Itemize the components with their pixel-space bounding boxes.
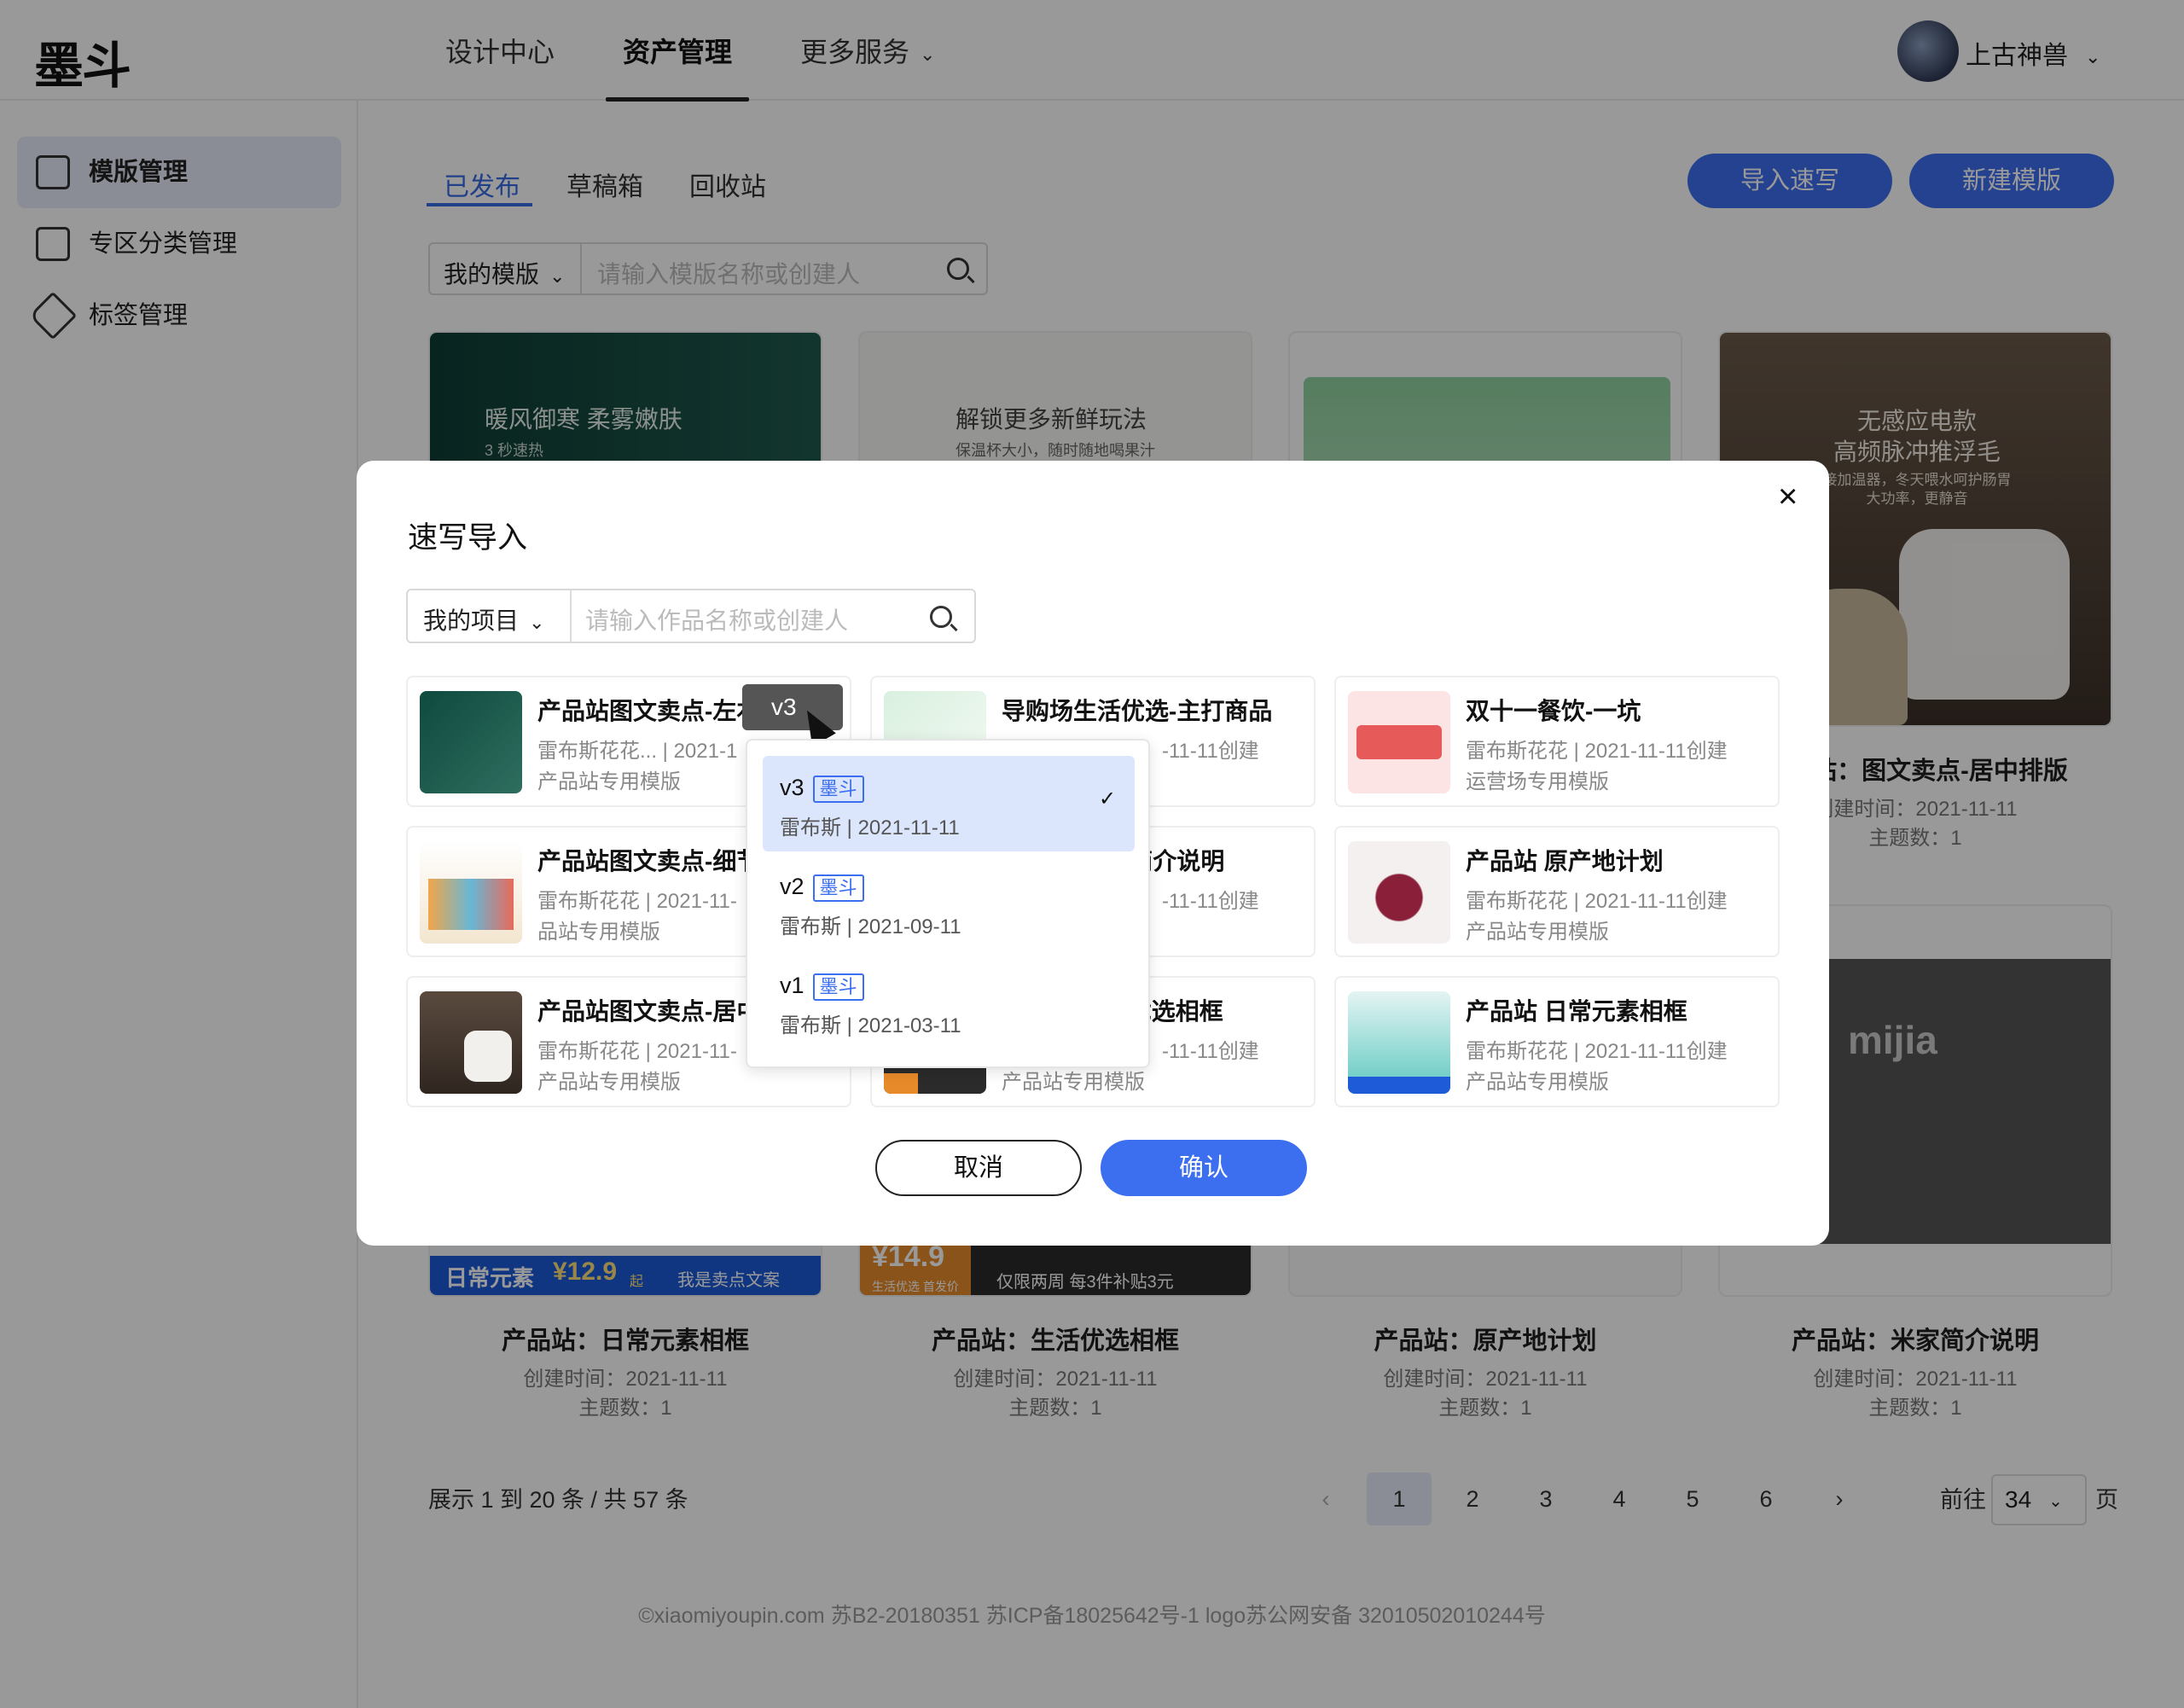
version-tag: 墨斗 (812, 973, 864, 1001)
sketch-meta: 雷布斯花花 | 2021-11-11创建 (1466, 740, 1728, 763)
sketch-type: 产品站专用模版 (1466, 921, 1609, 944)
confirm-button[interactable]: 确认 (1101, 1140, 1307, 1196)
version-option-v3[interactable]: v3 墨斗 雷布斯 | 2021-11-11 ✓ (763, 756, 1135, 851)
sketch-meta: -11-11创建 (1162, 740, 1259, 763)
version-tag: 墨斗 (812, 775, 864, 803)
version-name: v1 (780, 973, 804, 998)
version-name: v3 (780, 775, 804, 800)
sketch-type: 产品站专用模版 (1002, 1071, 1145, 1094)
sketch-item[interactable]: 双十一餐饮-一坑 雷布斯花花 | 2021-11-11创建 运营场专用模版 (1334, 676, 1780, 807)
project-filter: 我的项目 ⌄ 请输入作品名称或创建人 (406, 589, 976, 643)
close-icon[interactable]: × (1778, 478, 1798, 516)
sketch-thumbnail (1348, 841, 1450, 944)
version-meta: 雷布斯 | 2021-11-11 (780, 816, 960, 839)
sketch-type: 产品站专用模版 (1466, 1071, 1609, 1094)
sketch-meta: -11-11创建 (1162, 1040, 1259, 1063)
sketch-thumbnail (420, 991, 522, 1094)
version-select-value: v3 (771, 694, 797, 720)
divider (570, 590, 572, 642)
sketch-type: 产品站专用模版 (537, 770, 681, 793)
sketch-title: 产品站 日常元素相框 (1466, 998, 1687, 1025)
version-name: v2 (780, 874, 804, 899)
sketch-meta: 雷布斯花花 | 2021-11- (537, 1040, 737, 1063)
sketch-type: 产品站专用模版 (537, 1071, 681, 1094)
version-name-row: v1 墨斗 (780, 973, 864, 1001)
sketch-title: 双十一餐饮-一坑 (1466, 698, 1641, 724)
version-tag: 墨斗 (812, 874, 864, 902)
project-search-input[interactable]: 请输入作品名称或创建人 (585, 602, 848, 636)
search-icon[interactable] (930, 606, 952, 628)
version-option-v2[interactable]: v2 墨斗 雷布斯 | 2021-09-11 (763, 855, 1135, 950)
sketch-item[interactable]: 产品站 原产地计划 雷布斯花花 | 2021-11-11创建 产品站专用模版 (1334, 826, 1780, 957)
sketch-meta: 雷布斯花花 | 2021-11-11创建 (1466, 890, 1728, 913)
sketch-title: 产品站图文卖点-细节 (537, 848, 761, 874)
sketch-title: 导购场生活优选-主打商品 (1002, 698, 1273, 724)
sketch-thumbnail (1348, 691, 1450, 793)
sketch-meta: 雷布斯花花... | 2021-1 (537, 740, 738, 763)
sketch-thumbnail (420, 841, 522, 944)
version-dropdown: v3 墨斗 雷布斯 | 2021-11-11 ✓ v2 墨斗 雷布斯 | 2021-… (746, 739, 1150, 1068)
version-name-row: v3 墨斗 (780, 775, 864, 803)
thumb-graphic (1356, 725, 1442, 759)
sketch-type: 运营场专用模版 (1466, 770, 1609, 793)
version-meta: 雷布斯 | 2021-09-11 (780, 915, 961, 938)
sketch-type: 品站专用模版 (537, 921, 660, 944)
thumb-graphic (884, 1073, 918, 1094)
thumb-graphic (1348, 1077, 1450, 1094)
version-option-v1[interactable]: v1 墨斗 雷布斯 | 2021-03-11 (763, 954, 1135, 1049)
cancel-button[interactable]: 取消 (875, 1140, 1082, 1196)
scope-value: 我的项目 (423, 607, 520, 634)
version-meta: 雷布斯 | 2021-03-11 (780, 1014, 961, 1037)
sketch-item[interactable]: 产品站 日常元素相框 雷布斯花花 | 2021-11-11创建 产品站专用模版 (1334, 976, 1780, 1107)
thumb-graphic (464, 1031, 512, 1082)
project-scope-select[interactable]: 我的项目 ⌄ (423, 602, 544, 636)
chevron-down-icon: ⌄ (529, 611, 545, 633)
sketch-meta: 雷布斯花花 | 2021-11- (537, 890, 737, 913)
dialog-title: 速写导入 (408, 521, 528, 555)
sketch-meta: -11-11创建 (1162, 890, 1259, 913)
check-icon: ✓ (1099, 787, 1117, 810)
sketch-title: 产品站 原产地计划 (1466, 848, 1664, 874)
sketch-thumbnail (1348, 991, 1450, 1094)
thumb-graphic (428, 879, 514, 930)
sketch-meta: 雷布斯花花 | 2021-11-11创建 (1466, 1040, 1728, 1063)
version-name-row: v2 墨斗 (780, 874, 864, 902)
sketch-thumbnail (420, 691, 522, 793)
